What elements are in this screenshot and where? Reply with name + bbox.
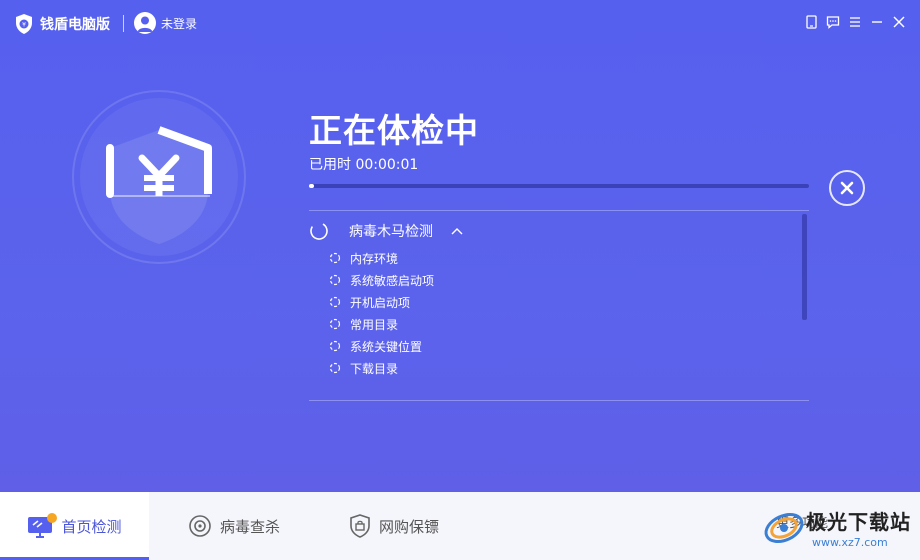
pending-spinner-icon <box>329 318 341 330</box>
scan-item: 开机启动项 <box>329 291 434 313</box>
menu-icon[interactable] <box>848 14 862 30</box>
feedback-icon[interactable] <box>826 14 840 30</box>
user-login[interactable]: 未登录 <box>134 12 197 34</box>
watermark-logo-icon <box>764 512 804 544</box>
window-controls <box>804 14 906 30</box>
bag-shield-icon <box>350 514 370 538</box>
scan-item-label: 系统关键位置 <box>350 339 423 354</box>
scan-item-label: 系统敏感启动项 <box>350 273 435 288</box>
stop-scan-button[interactable] <box>829 170 865 206</box>
scan-progress-fill <box>309 184 314 188</box>
loading-spinner-icon <box>310 222 328 240</box>
login-status[interactable]: 未登录 <box>161 15 197 32</box>
chevron-up-icon[interactable] <box>451 225 463 237</box>
titlebar-divider <box>123 15 124 32</box>
scan-section-title: 病毒木马检测 <box>349 224 433 240</box>
list-divider-top <box>309 210 809 211</box>
pending-spinner-icon <box>329 340 341 352</box>
list-divider-bottom <box>309 400 809 401</box>
close-circle-icon <box>840 181 854 195</box>
avatar-icon <box>134 12 156 34</box>
tab-virus-label: 病毒查杀 <box>220 517 281 536</box>
svg-text:¥: ¥ <box>22 22 26 29</box>
app-name: 钱盾电脑版 <box>40 17 110 33</box>
scan-item: 内存环境 <box>329 247 434 269</box>
tab-shopping-guard[interactable]: 网购保镖 <box>349 492 439 560</box>
monitor-icon <box>28 513 58 538</box>
pending-spinner-icon <box>329 296 341 308</box>
scan-item-label: 常用目录 <box>350 317 399 332</box>
scan-section-header: 病毒木马检测 <box>309 220 463 242</box>
tab-home-label: 首页检测 <box>61 517 122 536</box>
tab-shop-label: 网购保镖 <box>379 517 440 536</box>
minimize-icon[interactable] <box>870 14 884 30</box>
mobile-icon[interactable] <box>804 14 818 30</box>
scan-item: 系统关键位置 <box>329 335 434 357</box>
watermark-url: www.xz7.com <box>812 536 888 549</box>
scan-item: 下载目录 <box>329 357 434 379</box>
target-icon <box>189 515 211 537</box>
pending-spinner-icon <box>329 274 341 286</box>
brand: ¥ 钱盾电脑版 <box>14 12 110 36</box>
elapsed-label: 已用时 <box>309 157 351 173</box>
qiandun-logo-icon: ¥ <box>16 14 32 34</box>
tab-virus-scan[interactable]: 病毒查杀 <box>188 492 280 560</box>
shield-yen-icon <box>106 126 212 244</box>
scan-item: 系统敏感启动项 <box>329 269 434 291</box>
scan-item-label: 开机启动项 <box>350 295 411 310</box>
bottom-nav: 首页检测 病毒查杀 网购保镖 更多功能 极光下载站 www.xz7.com <box>0 492 920 560</box>
scan-shield <box>72 90 246 264</box>
watermark: 极光下载站 www.xz7.com <box>760 498 920 556</box>
scan-progress-bar <box>309 184 809 188</box>
watermark-name: 极光下载站 <box>806 510 911 534</box>
scrollbar[interactable] <box>802 214 807 320</box>
main-panel: ¥ 钱盾电脑版 未登录 正在体检中 已用时 00:00:01 病毒木马检测 内存… <box>0 0 920 492</box>
scan-status-title: 正在体检中 <box>309 111 479 150</box>
pending-spinner-icon <box>329 252 341 264</box>
elapsed-value: 00:00:01 <box>355 157 419 173</box>
scan-item-label: 下载目录 <box>350 361 399 376</box>
pending-spinner-icon <box>329 362 341 374</box>
tab-home-check[interactable]: 首页检测 <box>0 492 149 560</box>
close-icon[interactable] <box>892 14 906 30</box>
scan-items-list: 内存环境系统敏感启动项 开机启动项常用目录系统关键位置 下载目录 <box>329 247 434 379</box>
scan-item-label: 内存环境 <box>350 251 399 266</box>
scan-item: 常用目录 <box>329 313 434 335</box>
elapsed-time: 已用时 00:00:01 <box>309 154 418 174</box>
